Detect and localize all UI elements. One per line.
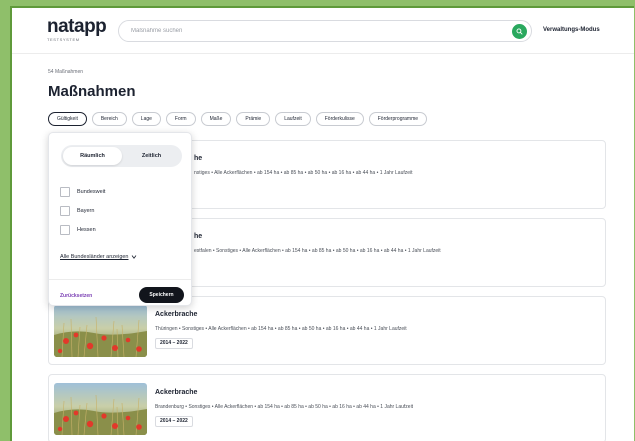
- save-button[interactable]: Speichern: [139, 287, 184, 303]
- logo-subtitle: TESTSYSTEM: [47, 37, 80, 42]
- reset-button[interactable]: Zurücksetzen: [60, 293, 92, 299]
- option-bundesweit[interactable]: Bundesweit: [60, 187, 105, 197]
- measure-card[interactable]: Ackerbrache Thüringen • Sonstiges • Alle…: [48, 296, 606, 365]
- card-meta: Thüringen • Sonstiges • Alle Ackerfläche…: [155, 326, 407, 332]
- show-all-label: Alle Bundesländer anzeigen: [60, 254, 129, 260]
- segment-raeumlich[interactable]: Räumlich: [63, 147, 122, 165]
- card-meta: Brandenburg • Sonstiges • Alle Ackerfläc…: [155, 404, 414, 410]
- checkbox-label: Bayern: [77, 208, 95, 214]
- filter-chip-gueltigkeit[interactable]: Gültigkeit: [48, 112, 87, 126]
- option-hessen[interactable]: Hessen: [60, 225, 96, 235]
- show-all-states-link[interactable]: Alle Bundesländer anzeigen: [60, 254, 137, 260]
- page-title: Maßnahmen: [48, 83, 136, 100]
- admin-mode-link[interactable]: Verwaltungs-Modus: [543, 27, 600, 33]
- filter-chip-masse[interactable]: Maße: [200, 112, 232, 126]
- app-window: natapp TESTSYSTEM Verwaltungs-Modus 54 M…: [10, 6, 634, 441]
- measure-card[interactable]: Ackerbrache Brandenburg • Sonstiges • Al…: [48, 374, 606, 441]
- card-title: he: [194, 233, 203, 240]
- card-title: he: [194, 155, 203, 162]
- search-input[interactable]: [131, 24, 491, 38]
- field-poppies-image: [54, 305, 147, 357]
- search-bar: [118, 20, 532, 42]
- card-meta: estfalen • Sonstiges • Alle Ackerflächen…: [194, 248, 441, 254]
- gueltigkeit-filter-panel: Räumlich Zeitlich Bundesweit Bayern Hess…: [48, 132, 192, 306]
- checkbox[interactable]: [60, 206, 70, 216]
- card-years-badge: 2014 – 2022: [155, 416, 193, 427]
- logo[interactable]: natapp TESTSYSTEM: [47, 16, 107, 42]
- filter-chip-form[interactable]: Form: [165, 112, 196, 126]
- option-bayern[interactable]: Bayern: [60, 206, 94, 216]
- checkbox-label: Hessen: [77, 227, 96, 233]
- search-button[interactable]: [512, 24, 527, 39]
- card-title: Ackerbrache: [155, 311, 198, 318]
- filter-chip-praemie[interactable]: Prämie: [236, 112, 271, 126]
- logo-text: natapp: [47, 16, 107, 37]
- filter-chip-lage[interactable]: Lage: [131, 112, 161, 126]
- checkbox[interactable]: [60, 225, 70, 235]
- result-count: 54 Maßnahmen: [48, 69, 84, 75]
- filter-chip-bereich[interactable]: Bereich: [91, 112, 127, 126]
- chevron-down-icon: [131, 255, 136, 259]
- search-icon: [516, 28, 523, 35]
- card-meta: nstiges • Alle Ackerflächen • ab 154 ha …: [194, 170, 413, 176]
- filter-chips: Gültigkeit Bereich Lage Form Maße Prämie…: [48, 112, 432, 126]
- top-bar: natapp TESTSYSTEM Verwaltungs-Modus: [12, 8, 634, 54]
- checkbox[interactable]: [60, 187, 70, 197]
- scope-segmented-control: Räumlich Zeitlich: [61, 145, 182, 167]
- filter-chip-foerderkulisse[interactable]: Förderkulisse: [315, 112, 364, 126]
- filter-chip-foerderprogramme[interactable]: Förderprogramme: [368, 112, 428, 126]
- checkbox-label: Bundesweit: [77, 189, 106, 195]
- card-years-badge: 2014 – 2022: [155, 338, 193, 349]
- segment-zeitlich[interactable]: Zeitlich: [122, 147, 181, 165]
- filter-chip-laufzeit[interactable]: Laufzeit: [275, 112, 311, 126]
- divider: [49, 279, 191, 280]
- card-title: Ackerbrache: [155, 389, 198, 396]
- field-poppies-image: [54, 383, 147, 435]
